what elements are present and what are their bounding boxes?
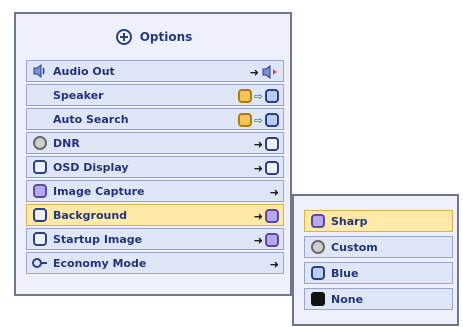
arrow-right-icon: ➜ [269, 257, 279, 271]
row-right: ➜ [270, 253, 279, 275]
dnr-dot [33, 136, 47, 150]
custom-dot [311, 240, 325, 254]
osd-icon [29, 156, 51, 178]
options-menu: Options Audio Out ➜ Speaker ⇨ Auto Searc… [14, 12, 292, 296]
submenu-item-sharp[interactable]: Sharp [304, 210, 453, 232]
on-icon [237, 113, 252, 127]
arrow-right-icon: ➜ [253, 233, 263, 247]
menu-item-startup-image[interactable]: Startup Image ➜ [26, 228, 284, 250]
sharp-lead-icon [311, 214, 325, 228]
submenu-item-label: Sharp [331, 214, 368, 228]
row-right: ⇨ [237, 109, 279, 131]
background-lead-icon [33, 208, 47, 222]
none-icon [307, 288, 329, 310]
menu-item-label: Startup Image [53, 232, 143, 246]
submenu-item-label: None [331, 292, 364, 306]
dnr-value-icon [265, 137, 279, 151]
options-icon [115, 29, 132, 45]
economy-icon [29, 252, 51, 274]
blue-icon [307, 262, 329, 284]
row-right: ➜ [254, 133, 279, 155]
osd-value-icon [265, 161, 279, 175]
menu-item-auto-search[interactable]: Auto Search ⇨ [26, 108, 284, 130]
menu-item-economy-mode[interactable]: Economy Mode ➜ [26, 252, 284, 274]
off-icon [265, 113, 279, 127]
arrow-right-icon: ➜ [253, 209, 263, 223]
image-capture-icon [29, 180, 51, 202]
arrow-right-icon: ➜ [249, 65, 259, 79]
background-icon [29, 204, 51, 226]
menu-item-label: OSD Display [53, 160, 129, 174]
image-capture-lead-icon [33, 184, 47, 198]
speaker-red-icon [262, 65, 277, 79]
arrow-right-icon: ➜ [269, 185, 279, 199]
menu-item-background[interactable]: Background ➜ [26, 204, 284, 226]
green-arrow-right-icon: ⇨ [253, 89, 263, 103]
startup-value-icon [265, 233, 279, 247]
menu-item-label: Economy Mode [53, 256, 147, 270]
row-right: ➜ [254, 157, 279, 179]
background-submenu: Sharp Custom Blue None [292, 194, 459, 326]
arrow-right-icon: ➜ [253, 161, 263, 175]
background-value-icon [265, 209, 279, 223]
menu-item-image-capture[interactable]: Image Capture ➜ [26, 180, 284, 202]
submenu-item-none[interactable]: None [304, 288, 453, 310]
arrow-right-icon: ➜ [253, 137, 263, 151]
menu-item-audio-out[interactable]: Audio Out ➜ [26, 60, 284, 82]
menu-item-label: Background [53, 208, 128, 222]
menu-item-osd-display[interactable]: OSD Display ➜ [26, 156, 284, 178]
startup-image-icon [29, 228, 51, 250]
row-right: ➜ [254, 229, 279, 251]
menu-item-label: DNR [53, 136, 80, 150]
osd-lead-icon [33, 160, 47, 174]
row-spacer [29, 108, 51, 130]
menu-item-label: Image Capture [53, 184, 145, 198]
menu-item-speaker[interactable]: Speaker ⇨ [26, 84, 284, 106]
off-icon [265, 89, 279, 103]
submenu-item-label: Blue [331, 266, 359, 280]
row-right: ➜ [250, 61, 279, 83]
menu-item-dnr[interactable]: DNR ➜ [26, 132, 284, 154]
speaker-icon [29, 60, 51, 82]
dnr-icon [29, 132, 51, 154]
row-right: ➜ [270, 181, 279, 203]
submenu-item-label: Custom [331, 240, 378, 254]
row-spacer [29, 84, 51, 106]
options-title: Options [16, 20, 290, 54]
green-arrow-right-icon: ⇨ [253, 113, 263, 127]
menu-item-label: Audio Out [53, 64, 115, 78]
sharp-icon [307, 210, 329, 232]
row-right: ➜ [254, 205, 279, 227]
on-icon [237, 89, 252, 103]
blue-lead-icon [311, 266, 325, 280]
options-title-text: Options [139, 30, 193, 44]
startup-lead-icon [33, 232, 47, 246]
custom-icon [307, 236, 329, 258]
submenu-item-custom[interactable]: Custom [304, 236, 453, 258]
submenu-item-blue[interactable]: Blue [304, 262, 453, 284]
row-right: ⇨ [237, 85, 279, 107]
